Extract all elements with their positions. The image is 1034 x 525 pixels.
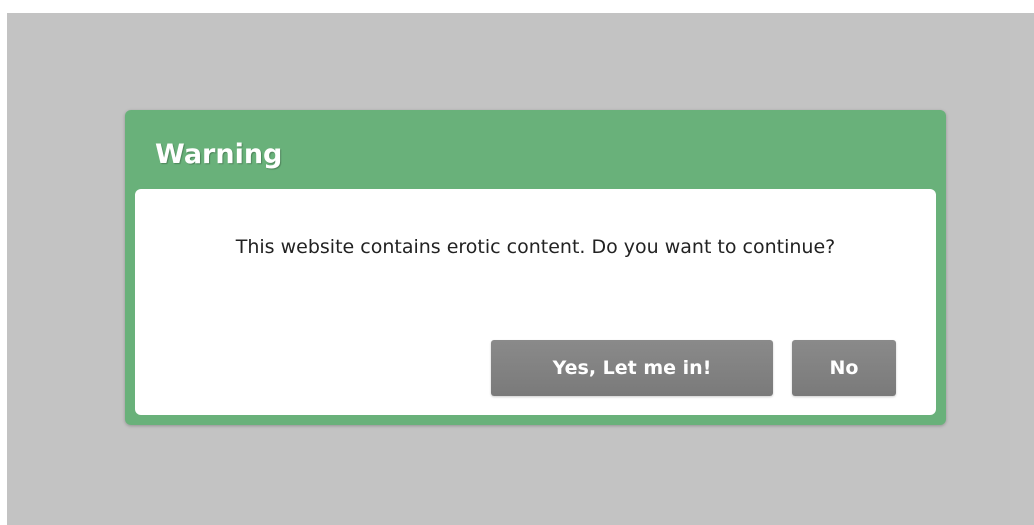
dialog-title: Warning [155,139,283,170]
modal-overlay: Warning This website contains erotic con… [7,13,1034,525]
no-button[interactable]: No [792,340,896,396]
dialog-body: This website contains erotic content. Do… [135,189,936,415]
yes-let-me-in-button[interactable]: Yes, Let me in! [491,340,773,396]
dialog-message: This website contains erotic content. Do… [235,236,836,258]
warning-dialog: Warning This website contains erotic con… [125,110,946,425]
